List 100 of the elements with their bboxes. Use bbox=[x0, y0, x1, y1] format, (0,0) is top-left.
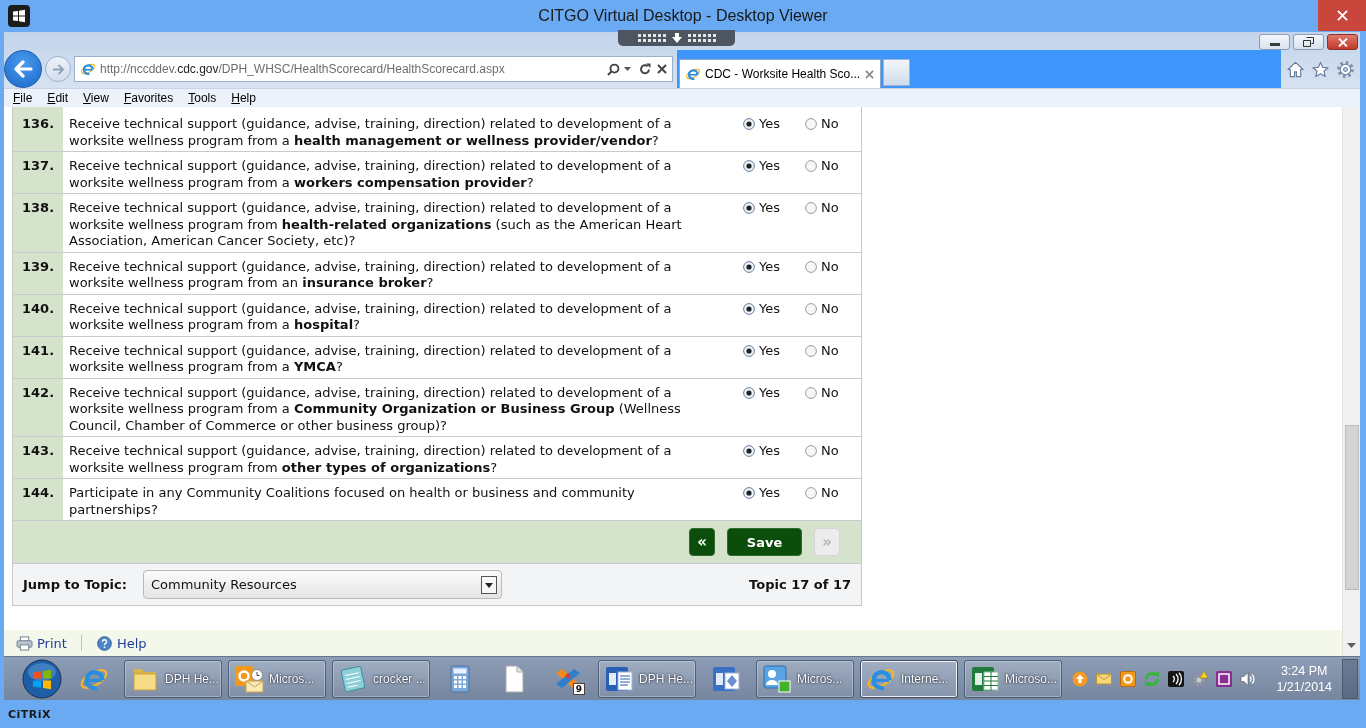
minimize-button[interactable] bbox=[1259, 34, 1290, 50]
question-text: Receive technical support (guidance, advise, training, direction) related to development of a worksite wellness program from a hospital? bbox=[68, 299, 673, 334]
radio-label[interactable]: Yes bbox=[759, 485, 780, 501]
jump-label: Jump to Topic: bbox=[23, 577, 128, 592]
browser-tab[interactable]: CDC - Worksite Health Sco... bbox=[679, 59, 881, 88]
menu-item[interactable]: Tools bbox=[184, 91, 221, 105]
radio-label[interactable]: Yes bbox=[759, 384, 780, 401]
radio-button[interactable] bbox=[805, 118, 817, 130]
mail-clock-icon bbox=[234, 663, 264, 694]
radio-label[interactable]: Yes bbox=[759, 158, 780, 174]
window-title: CITGO Virtual Desktop - Desktop Viewer bbox=[537, 7, 829, 25]
windows-logo-icon[interactable] bbox=[8, 5, 30, 27]
radio-button[interactable] bbox=[743, 202, 755, 214]
radio-button[interactable] bbox=[743, 260, 755, 273]
dot-grid-icon bbox=[637, 34, 666, 42]
address-field[interactable]: http://nccddev.cdc.gov/DPH_WHSC/HealthScorecard/HealthScorecard.aspx bbox=[74, 56, 673, 82]
radio-label[interactable]: Yes bbox=[759, 342, 780, 359]
browser-logo-icon bbox=[685, 66, 701, 82]
scrollbar-thumb[interactable] bbox=[1344, 425, 1359, 590]
radio-button[interactable] bbox=[743, 386, 755, 399]
menu-item[interactable]: Edit bbox=[43, 91, 73, 105]
save-button[interactable]: Save bbox=[727, 528, 802, 556]
scroll-down-arrow-icon[interactable] bbox=[1347, 643, 1356, 648]
radio-label[interactable]: No bbox=[821, 300, 839, 317]
mail-icon[interactable] bbox=[1096, 670, 1112, 687]
radio-button[interactable] bbox=[743, 302, 755, 315]
speaker-icon[interactable] bbox=[1240, 670, 1256, 687]
ring-tile-icon[interactable] bbox=[1120, 670, 1136, 687]
question-text: Receive technical support (guidance, advise, training, direction) related to development of a worksite wellness program from other types of organizations? bbox=[68, 442, 673, 477]
question-text: Receive technical support (guidance, advise, training, direction) related to development of a worksite wellness program from a workers compensation provider? bbox=[68, 157, 673, 192]
back-button[interactable] bbox=[4, 50, 42, 88]
radio-label[interactable]: No bbox=[821, 485, 839, 501]
question-number: 141. bbox=[13, 336, 63, 378]
radio-button[interactable] bbox=[805, 386, 817, 399]
radio-label[interactable]: No bbox=[821, 258, 839, 275]
radio-label[interactable]: Yes bbox=[759, 116, 780, 132]
scrollbar-track[interactable] bbox=[1342, 107, 1360, 656]
radio-label[interactable]: Yes bbox=[759, 200, 780, 216]
radio-button[interactable] bbox=[805, 445, 817, 457]
menu-item[interactable]: File bbox=[9, 91, 37, 105]
question-number: 137. bbox=[13, 152, 63, 193]
radio-label[interactable]: No bbox=[821, 443, 839, 459]
menu-item[interactable]: View bbox=[79, 91, 113, 105]
arrow-left-icon bbox=[13, 60, 33, 78]
radio-label[interactable]: No bbox=[821, 158, 839, 174]
windows-orb-icon bbox=[22, 658, 62, 699]
menu-item[interactable]: Favorites bbox=[119, 91, 178, 105]
settings-icon[interactable] bbox=[1337, 60, 1354, 78]
print-link[interactable]: Print bbox=[16, 635, 67, 651]
radio-button[interactable] bbox=[743, 118, 755, 130]
arrow-right-icon bbox=[51, 63, 65, 75]
browser-logo-icon bbox=[80, 61, 96, 77]
toolbar-handle[interactable] bbox=[618, 30, 735, 46]
question-number: 139. bbox=[13, 252, 63, 294]
help-icon bbox=[95, 635, 113, 651]
gear-warning-icon[interactable] bbox=[1192, 670, 1208, 687]
show-desktop-button[interactable] bbox=[1342, 658, 1358, 699]
note-tile-icon[interactable] bbox=[1216, 670, 1232, 687]
radio-button[interactable] bbox=[743, 445, 755, 457]
help-link[interactable]: Help bbox=[95, 635, 147, 651]
topic-select[interactable]: Community Resources bbox=[143, 570, 502, 599]
question-number: 140. bbox=[13, 294, 63, 336]
question-number: 136. bbox=[13, 107, 63, 151]
close-icon[interactable] bbox=[657, 64, 667, 74]
radio-button[interactable] bbox=[805, 487, 817, 499]
question-number: 142. bbox=[13, 378, 63, 436]
question-number: 144. bbox=[13, 479, 63, 520]
radio-label[interactable]: Yes bbox=[759, 300, 780, 317]
close-button[interactable] bbox=[1327, 34, 1358, 50]
taskbar-button[interactable]: 9 bbox=[544, 659, 592, 698]
question-text: Receive technical support (guidance, advise, training, direction) related to development of a worksite wellness program from a YMCA? bbox=[68, 341, 673, 376]
radio-button[interactable] bbox=[805, 260, 817, 273]
star-icon[interactable] bbox=[1312, 60, 1329, 78]
home-icon[interactable] bbox=[1287, 60, 1304, 78]
restore-button[interactable] bbox=[1293, 34, 1324, 50]
radio-label[interactable]: Yes bbox=[759, 258, 780, 275]
radio-button[interactable] bbox=[805, 302, 817, 315]
radio-button[interactable] bbox=[743, 160, 755, 172]
radio-button[interactable] bbox=[805, 344, 817, 357]
caret-icon[interactable] bbox=[624, 67, 631, 71]
question-number: 138. bbox=[13, 194, 63, 252]
forward-button[interactable] bbox=[45, 56, 71, 82]
radio-label[interactable]: Yes bbox=[759, 443, 780, 459]
signal-icon[interactable] bbox=[1168, 670, 1184, 687]
refresh-icon[interactable] bbox=[639, 63, 651, 75]
upload-icon[interactable] bbox=[1072, 670, 1088, 687]
radio-label[interactable]: No bbox=[821, 384, 839, 401]
previous-button[interactable]: « bbox=[689, 528, 715, 556]
start-button[interactable] bbox=[20, 657, 64, 700]
radio-button[interactable] bbox=[743, 487, 755, 499]
radio-label[interactable]: No bbox=[821, 116, 839, 132]
radio-button[interactable] bbox=[743, 344, 755, 357]
search-icon[interactable] bbox=[607, 62, 620, 76]
radio-button[interactable] bbox=[805, 160, 817, 172]
dot-grid-icon bbox=[687, 34, 716, 42]
radio-label[interactable]: No bbox=[821, 342, 839, 359]
radio-button[interactable] bbox=[805, 202, 817, 214]
printer-icon bbox=[16, 635, 33, 651]
menu-item[interactable]: Help bbox=[227, 91, 260, 105]
radio-label[interactable]: No bbox=[821, 200, 839, 216]
